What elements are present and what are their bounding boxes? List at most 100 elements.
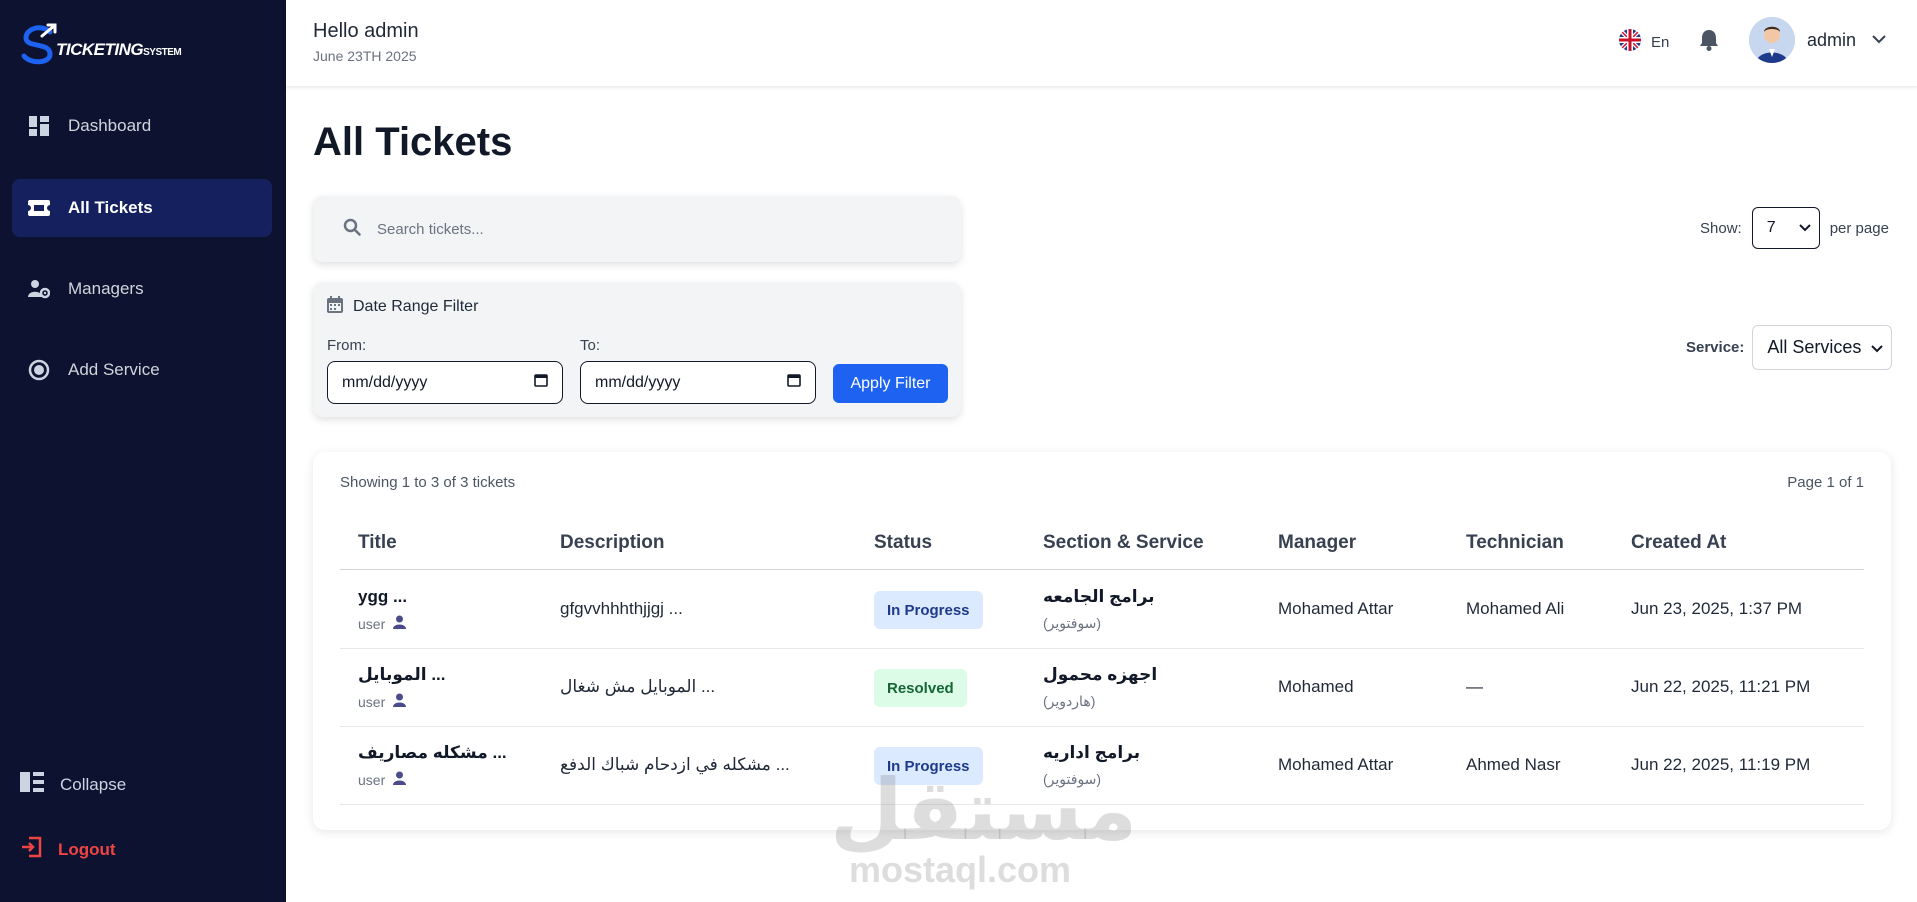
logout-button[interactable]: Logout — [20, 836, 116, 863]
sidebar-item-label: Add Service — [68, 360, 160, 379]
ticket-section: برامج اداريه — [1043, 743, 1141, 762]
ticket-description: الموبايل مش شغال ... — [560, 677, 716, 696]
ticket-created-at: Jun 23, 2025, 1:37 PM — [1631, 599, 1803, 618]
to-date-input[interactable]: mm/dd/yyyy — [580, 361, 816, 404]
ticket-user: user — [358, 771, 407, 788]
logout-icon — [20, 836, 42, 863]
per-page-control: Show: 7 per page — [1700, 207, 1889, 249]
user-icon — [393, 693, 407, 710]
user-icon — [393, 615, 407, 632]
logo-mark-icon — [21, 23, 57, 65]
ticket-user-label: user — [358, 693, 386, 710]
logout-label: Logout — [58, 839, 116, 859]
ticket-service: (هاردوير) — [1043, 693, 1096, 709]
from-label: From: — [327, 337, 367, 354]
sidebar: TICKETINGSYSTEM Dashboard All Tickets Ma… — [0, 0, 286, 902]
ticket-technician: — — [1466, 677, 1483, 696]
sidebar-item-add-service[interactable]: Add Service — [12, 341, 272, 399]
sidebar-item-managers[interactable]: Managers — [12, 260, 272, 318]
table-row[interactable]: الموبايل ... user الموبايل مش شغال ... R… — [340, 649, 1864, 727]
ticket-description: مشكله في ازدحام شباك الدفع ... — [560, 755, 790, 774]
chevron-down-icon — [1798, 219, 1811, 237]
apply-filter-button[interactable]: Apply Filter — [833, 364, 948, 403]
search-input[interactable] — [377, 220, 937, 238]
ticket-technician: Ahmed Nasr — [1466, 755, 1561, 774]
from-date-value: mm/dd/yyyy — [342, 373, 428, 391]
sidebar-item-label: All Tickets — [68, 198, 153, 217]
table-row[interactable]: ygg ... user gfgvvhhhthjjgj ... In Progr… — [340, 571, 1864, 649]
status-badge: In Progress — [874, 591, 983, 629]
avatar — [1749, 17, 1795, 63]
top-bar: Hello admin June 23TH 2025 En admin — [286, 0, 1917, 86]
dashboard-icon — [28, 115, 50, 137]
column-header-created-at[interactable]: Created At — [1631, 532, 1726, 554]
per-page-select[interactable]: 7 — [1751, 207, 1820, 249]
greeting: Hello admin — [313, 20, 419, 42]
ticket-user-label: user — [358, 615, 386, 632]
notifications-button[interactable] — [1699, 29, 1719, 56]
search-icon — [343, 218, 361, 241]
app-logo[interactable]: TICKETINGSYSTEM — [20, 16, 182, 66]
collapse-button[interactable]: Collapse — [20, 772, 126, 797]
calendar-icon — [787, 373, 801, 392]
ticket-title: الموبايل ... — [358, 665, 446, 684]
username: admin — [1807, 29, 1857, 50]
service-filter: Service: All Services — [1686, 325, 1893, 370]
ticket-section: اجهزه محمول — [1043, 665, 1158, 684]
language-switcher[interactable]: En — [1619, 29, 1669, 56]
uk-flag-icon — [1619, 29, 1641, 56]
ticket-created-at: Jun 22, 2025, 11:21 PM — [1631, 677, 1811, 696]
ticket-title: مشكله مصاريف ... — [358, 743, 507, 762]
service-label: Service: — [1686, 339, 1745, 356]
chevron-down-icon — [1872, 31, 1886, 49]
show-label: Show: — [1700, 219, 1742, 237]
sidebar-item-all-tickets[interactable]: All Tickets — [12, 179, 272, 237]
calendar-icon — [327, 296, 343, 318]
showing-count: Showing 1 to 3 of 3 tickets — [340, 474, 516, 491]
date-range-filter: Date Range Filter From: To: mm/dd/yyyy m… — [313, 282, 961, 417]
page-info: Page 1 of 1 — [1787, 474, 1864, 491]
sidebar-item-label: Dashboard — [68, 116, 152, 135]
ticket-user: user — [358, 693, 407, 710]
chevron-down-icon — [1871, 337, 1884, 358]
column-header-description[interactable]: Description — [560, 532, 665, 554]
column-header-status[interactable]: Status — [874, 532, 932, 554]
logo-text: TICKETINGSYSTEM — [56, 40, 182, 59]
ticket-technician: Mohamed Ali — [1466, 599, 1565, 618]
ticket-icon — [28, 197, 50, 219]
watermark-arabic: مستقل — [830, 763, 1138, 857]
search-bar — [313, 196, 961, 262]
column-header-section-service[interactable]: Section & Service — [1043, 532, 1204, 554]
column-header-title[interactable]: Title — [358, 532, 397, 554]
from-date-input[interactable]: mm/dd/yyyy — [327, 361, 563, 404]
status-badge: Resolved — [874, 669, 967, 707]
circle-dot-icon — [28, 359, 50, 381]
service-select[interactable]: All Services — [1752, 325, 1893, 370]
ticket-manager: Mohamed Attar — [1278, 755, 1394, 774]
user-icon — [393, 771, 407, 788]
filter-title: Date Range Filter — [327, 296, 478, 318]
collapse-icon — [20, 772, 44, 797]
ticket-description: gfgvvhhhthjjgj ... — [560, 599, 683, 618]
ticket-section: برامج الجامعه — [1043, 587, 1155, 606]
user-gear-icon — [28, 278, 50, 300]
page-title: All Tickets — [313, 120, 513, 164]
bell-icon — [1699, 30, 1719, 55]
language-label: En — [1651, 34, 1670, 51]
watermark-latin: mostaql.com — [848, 849, 1072, 890]
ticket-created-at: Jun 22, 2025, 11:19 PM — [1631, 755, 1811, 774]
service-value: All Services — [1767, 337, 1862, 357]
ticket-manager: Mohamed — [1278, 677, 1354, 696]
ticket-service: (سوفتوير) — [1043, 615, 1102, 631]
sidebar-item-dashboard[interactable]: Dashboard — [12, 97, 272, 155]
to-label: To: — [580, 337, 601, 354]
ticket-title: ygg ... — [358, 587, 408, 606]
sidebar-item-label: Managers — [68, 279, 144, 298]
column-header-manager[interactable]: Manager — [1278, 532, 1356, 554]
current-date: June 23TH 2025 — [313, 48, 417, 64]
column-header-technician[interactable]: Technician — [1466, 532, 1564, 554]
per-page-value: 7 — [1766, 219, 1776, 236]
to-date-value: mm/dd/yyyy — [595, 373, 681, 391]
user-menu[interactable]: admin — [1749, 17, 1886, 63]
ticket-user-label: user — [358, 771, 386, 788]
